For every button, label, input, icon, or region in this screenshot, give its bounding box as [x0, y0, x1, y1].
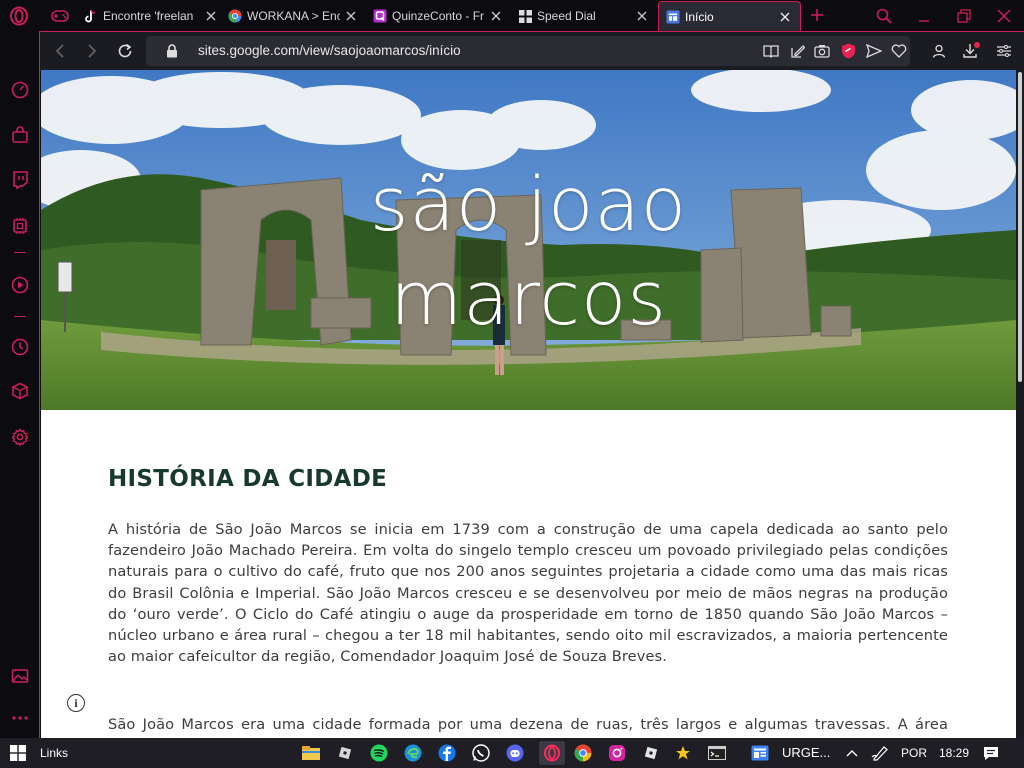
tab-quinzeconto[interactable]: QuinzeConto - Fr — [373, 1, 503, 31]
tab-title: Encontre 'freelan — [103, 9, 194, 23]
main-content: HISTÓRIA DA CIDADE A história de São Joã… — [108, 466, 948, 733]
chevron-up-icon[interactable] — [842, 743, 862, 763]
close-tab-icon[interactable] — [344, 9, 358, 23]
lock-icon[interactable] — [166, 44, 180, 58]
tab-title: QuinzeConto - Fr — [392, 9, 485, 23]
profile-icon[interactable] — [929, 41, 949, 61]
restore-icon[interactable] — [944, 0, 984, 31]
player-icon[interactable] — [9, 274, 31, 296]
roblox-studio-icon[interactable] — [641, 743, 661, 763]
more-options-icon[interactable] — [9, 707, 31, 729]
page-scrollbar[interactable] — [1016, 70, 1024, 738]
url-field[interactable]: sites.google.com/view/saojoaomarcos/iníc… — [146, 36, 910, 66]
chrome-icon[interactable] — [573, 743, 593, 763]
google-sites-icon — [666, 10, 680, 24]
hero-banner: são joao marcos — [41, 70, 1016, 410]
section-heading: HISTÓRIA DA CIDADE — [108, 466, 388, 492]
opera-menu-icon[interactable] — [8, 5, 30, 27]
address-bar: sites.google.com/view/saojoaomarcos/iníc… — [40, 31, 1024, 70]
new-tab-icon[interactable] — [808, 5, 826, 25]
snapshot-icon[interactable] — [814, 43, 830, 59]
window-controls — [864, 0, 1024, 31]
clock-time[interactable]: 18:29 — [939, 746, 969, 760]
speed-dial-icon — [518, 9, 532, 23]
terminal-icon[interactable] — [707, 743, 727, 763]
download-icon[interactable] — [961, 41, 981, 61]
gamepad-icon[interactable] — [50, 6, 70, 26]
easy-setup-icon[interactable] — [994, 41, 1014, 61]
close-tab-icon[interactable] — [635, 9, 649, 23]
tab-workana[interactable]: WORKANA > Enc — [228, 1, 358, 31]
close-tab-icon[interactable] — [778, 10, 792, 24]
links-toolbar-label[interactable]: Links — [40, 746, 68, 760]
windows-taskbar: Links URGE... POR 18:29 — [0, 738, 1024, 768]
minimize-icon[interactable] — [904, 0, 944, 31]
pen-input-icon[interactable] — [870, 743, 890, 763]
instagram-icon[interactable] — [607, 743, 627, 763]
twitch-icon[interactable] — [9, 169, 31, 191]
extensions-cube-icon[interactable] — [9, 380, 31, 402]
facebook-icon[interactable] — [437, 743, 457, 763]
tab-bar: Encontre 'freelan WORKANA > Enc QuinzeCo… — [0, 0, 1024, 31]
settings-gear-icon[interactable] — [9, 426, 31, 448]
notifications-icon[interactable] — [981, 743, 1001, 763]
tab-speed-dial[interactable]: Speed Dial — [518, 1, 649, 31]
language-indicator[interactable]: POR — [901, 746, 927, 760]
url-text: sites.google.com/view/saojoaomarcos/iníc… — [198, 43, 461, 58]
bookmark-heart-icon[interactable] — [891, 43, 907, 59]
hero-title-line1: são joao — [369, 162, 688, 248]
search-tabs-icon[interactable] — [864, 0, 904, 31]
hero-title: são joao marcos — [41, 158, 1016, 346]
history-clock-icon[interactable] — [9, 336, 31, 358]
close-window-icon[interactable] — [984, 0, 1024, 31]
scrollbar-thumb[interactable] — [1018, 72, 1022, 382]
star-app-icon[interactable] — [673, 743, 693, 763]
quinzeconto-icon — [373, 9, 387, 23]
discord-icon[interactable] — [505, 743, 525, 763]
shopping-bag-icon[interactable] — [9, 124, 31, 146]
tiktok-icon — [84, 9, 98, 23]
chip-icon[interactable] — [9, 215, 31, 237]
info-icon[interactable]: i — [67, 694, 85, 712]
wallpaper-image-icon[interactable] — [9, 665, 31, 687]
close-tab-icon[interactable] — [489, 9, 503, 23]
edge-icon[interactable] — [403, 743, 423, 763]
reload-icon[interactable] — [115, 41, 135, 61]
speedometer-icon[interactable] — [9, 79, 31, 101]
roblox-icon[interactable] — [335, 743, 355, 763]
send-icon[interactable] — [866, 43, 882, 59]
web-page: são joao marcos HISTÓRIA DA CIDADE A his… — [41, 70, 1016, 738]
edit-share-icon[interactable] — [789, 43, 805, 59]
whatsapp-icon[interactable] — [471, 743, 491, 763]
news-widget-icon[interactable] — [750, 743, 770, 763]
history-paragraph-continued: São João Marcos era uma cidade formada p… — [108, 716, 948, 733]
file-explorer-icon[interactable] — [301, 743, 321, 763]
back-icon[interactable] — [50, 41, 70, 61]
reader-mode-icon[interactable] — [763, 43, 779, 59]
sidebar — [0, 31, 40, 738]
windows-start-icon[interactable] — [8, 743, 28, 763]
tab-title: Início — [685, 9, 714, 24]
close-tab-icon[interactable] — [204, 9, 218, 23]
adblock-shield-icon[interactable] — [840, 43, 856, 59]
sidebar-separator — [14, 252, 26, 253]
forward-icon[interactable] — [82, 41, 102, 61]
spotify-icon[interactable] — [369, 743, 389, 763]
tab-title: WORKANA > Enc — [247, 9, 340, 23]
opera-gx-taskbar-icon[interactable] — [539, 741, 565, 765]
hero-title-line2: marcos — [390, 256, 667, 342]
tab-title: Speed Dial — [537, 9, 596, 23]
tab-tiktok[interactable]: Encontre 'freelan — [84, 1, 218, 31]
chrome-style-icon — [228, 9, 242, 23]
history-paragraph: A história de São João Marcos se inicia … — [108, 521, 948, 666]
tab-inicio[interactable]: Início — [658, 1, 801, 31]
sidebar-separator — [14, 316, 26, 317]
news-widget-label[interactable]: URGE... — [782, 745, 830, 760]
